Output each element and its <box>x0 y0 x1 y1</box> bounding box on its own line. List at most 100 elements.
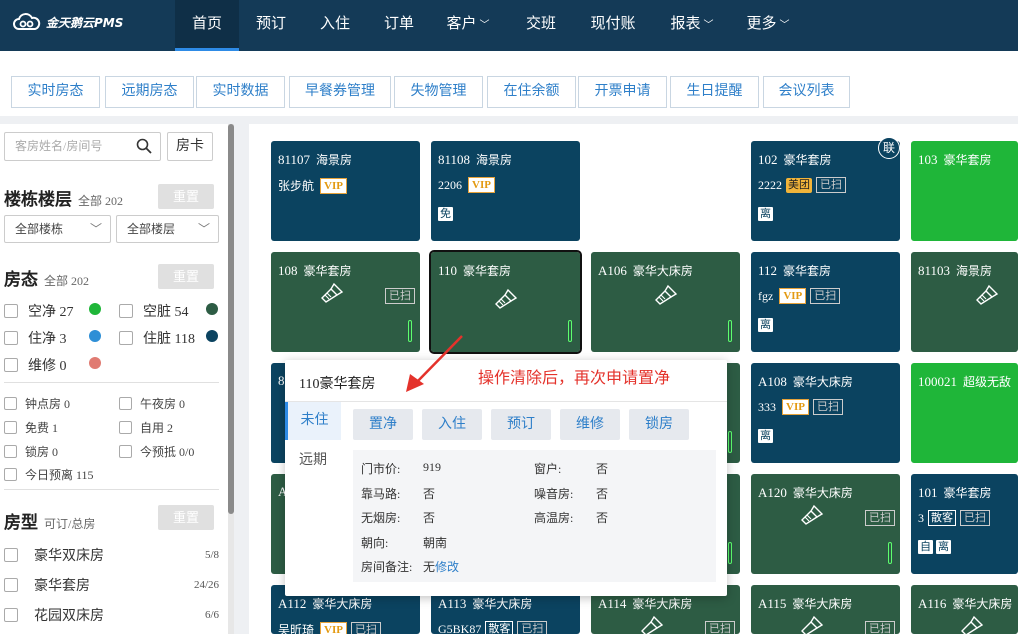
checkbox[interactable] <box>4 578 18 592</box>
tab-invoice-request[interactable]: 开票申请 <box>578 76 667 108</box>
nav-more[interactable]: 更多 ﹀ <box>736 0 800 51</box>
status-reset-button[interactable]: 重置 <box>158 264 214 289</box>
nav-checkin[interactable]: 入住 <box>303 0 367 51</box>
filter-today-departure[interactable]: 今日预离 115 <box>4 466 94 483</box>
scanned-badge: 已扫 <box>816 177 846 193</box>
filter-hourly[interactable]: 钟点房 0 <box>4 395 70 412</box>
room-card-a116[interactable]: A116 豪华大床房 <box>911 585 1018 634</box>
checkbox[interactable] <box>119 445 132 458</box>
tab-realtime-data[interactable]: 实时数据 <box>196 76 285 108</box>
broom-icon <box>641 615 664 634</box>
nav-customers[interactable]: 客户 ﹀ <box>438 0 498 51</box>
room-card-a120[interactable]: A120 豪华大床房 已扫 <box>751 474 900 574</box>
tab-meeting-list[interactable]: 会议列表 <box>763 76 850 108</box>
filter-free[interactable]: 免费 1 <box>4 419 58 436</box>
edit-note-link[interactable]: 修改 <box>435 560 459 574</box>
building-select[interactable]: 全部楼栋 ﹀ <box>4 215 111 243</box>
checkbox[interactable] <box>4 421 17 434</box>
room-card-102[interactable]: 102 豪华套房 2222 美团 已扫 离 联 <box>751 137 900 241</box>
maintenance-button[interactable]: 维修 <box>560 409 620 440</box>
nav-booking[interactable]: 预订 <box>239 0 303 51</box>
room-card-a108[interactable]: A108 豪华大床房 333 VIP 已扫 离 <box>751 363 900 463</box>
filter-locked[interactable]: 锁房 0 <box>4 443 58 460</box>
floor-select[interactable]: 全部楼层 ﹀ <box>116 215 219 243</box>
roomtype-item[interactable]: 豪华套房 24/26 <box>4 575 219 595</box>
checkin-button[interactable]: 入住 <box>422 409 482 440</box>
nav-reports[interactable]: 报表 ﹀ <box>660 0 724 51</box>
checkbox[interactable] <box>119 421 132 434</box>
tab-breakfast-voucher[interactable]: 早餐券管理 <box>289 76 391 108</box>
checkbox[interactable] <box>119 304 133 318</box>
checkbox[interactable] <box>4 608 18 622</box>
checkbox[interactable] <box>4 358 18 372</box>
room-card-100021[interactable]: 100021 超级无敌 <box>911 363 1018 463</box>
filter-self-use[interactable]: 自用 2 <box>119 419 173 436</box>
nav-home[interactable]: 首页 <box>175 0 239 51</box>
roomtype-item[interactable]: 花园双床房 6/6 <box>4 605 219 625</box>
checkbox[interactable] <box>4 304 18 318</box>
room-card-108[interactable]: 108 豪华套房 已扫 <box>271 252 420 352</box>
checkbox[interactable] <box>4 331 18 345</box>
room-number: A113 <box>438 596 467 611</box>
sidebar-scroll-thumb[interactable] <box>228 124 234 514</box>
nav-shift[interactable]: 交班 <box>509 0 573 51</box>
scanned-badge: 已扫 <box>812 399 843 415</box>
status-occupied-dirty[interactable]: 住脏 118 <box>119 328 195 348</box>
info-non-smoking: 无烟房: 否 <box>361 509 435 526</box>
nav-cash-account[interactable]: 现付账 <box>581 0 645 51</box>
checkbox[interactable] <box>4 445 17 458</box>
tab-in-house-balance[interactable]: 在住余额 <box>487 76 576 108</box>
room-header: 101 豪华套房 <box>918 484 992 501</box>
reserve-button[interactable]: 预订 <box>491 409 551 440</box>
chevron-down-icon: ﹀ <box>89 222 102 236</box>
filter-midnight[interactable]: 午夜房 0 <box>119 395 185 412</box>
set-clean-button[interactable]: 置净 <box>353 409 413 440</box>
popup-tab-not-occupied[interactable]: 未住 <box>285 402 341 440</box>
checkbox[interactable] <box>4 468 17 481</box>
roomtype-item[interactable]: 豪华双床房 5/8 <box>4 545 219 565</box>
room-card-81107[interactable]: 81107 海景房 张步航 VIP <box>271 141 420 241</box>
room-number: 103 <box>918 152 938 167</box>
clean-status-indicator <box>888 542 892 564</box>
room-card-a106[interactable]: A106 豪华大床房 <box>591 252 740 352</box>
app-logo[interactable]: 金天鹅云PMS <box>12 13 123 31</box>
tab-future-status[interactable]: 远期房态 <box>105 76 194 108</box>
room-card-button[interactable]: 房卡 <box>167 132 213 161</box>
guest-name: 张步航 <box>278 179 315 193</box>
broom-icon <box>321 282 344 303</box>
status-vacant-clean[interactable]: 空净 27 <box>4 301 74 321</box>
room-type: 豪华套房 <box>783 264 832 278</box>
popup-tab-future[interactable]: 远期 <box>285 442 341 480</box>
room-card-81108[interactable]: 81108 海景房 2206 VIP 免 <box>431 141 580 241</box>
lock-room-button[interactable]: 锁房 <box>629 409 689 440</box>
search-input[interactable]: 客房姓名/房间号 <box>4 132 161 161</box>
room-card-a115[interactable]: A115 豪华大床房 已扫 <box>751 585 900 634</box>
status-vacant-dirty[interactable]: 空脏 54 <box>119 301 189 321</box>
tab-realtime-status[interactable]: 实时房态 <box>11 76 100 108</box>
checkbox[interactable] <box>4 548 18 562</box>
search-icon[interactable] <box>136 138 152 154</box>
top-navbar: 金天鹅云PMS 首页 预订 入住 订单 客户 ﹀ 交班 现付账 报表 ﹀ 更多 ﹀ <box>0 0 1018 51</box>
info-value: 否 <box>596 487 609 501</box>
status-maintenance[interactable]: 维修 0 <box>4 355 67 375</box>
nav-orders[interactable]: 订单 <box>367 0 431 51</box>
room-header: A113 豪华大床房 <box>438 595 532 612</box>
room-action-popup: 110豪华套房 未住 远期 置净 入住 预订 维修 锁房 门市价: 919 窗户:… <box>285 360 727 596</box>
checkbox[interactable] <box>119 397 132 410</box>
room-card-81103[interactable]: 81103 海景房 <box>911 252 1018 352</box>
room-card-103[interactable]: 103 豪华套房 <box>911 141 1018 241</box>
checkbox[interactable] <box>4 397 17 410</box>
room-number: 110 <box>438 263 458 278</box>
scanned-badge: 已扫 <box>810 288 841 304</box>
building-reset-button[interactable]: 重置 <box>158 184 214 209</box>
room-card-112[interactable]: 112 豪华套房 fgz VIP 已扫 离 <box>751 252 900 352</box>
checkbox[interactable] <box>119 331 133 345</box>
room-type: 豪华大床房 <box>632 597 693 611</box>
room-card-101[interactable]: 101 豪华套房 3 散客 已扫 自 离 <box>911 474 1018 574</box>
room-type: 豪华套房 <box>783 153 832 167</box>
filter-today-arrival[interactable]: 今预抵 0/0 <box>119 443 194 460</box>
tab-birthday-reminder[interactable]: 生日提醒 <box>670 76 759 108</box>
status-occupied-clean[interactable]: 住净 3 <box>4 328 67 348</box>
roomtype-reset-button[interactable]: 重置 <box>158 505 214 530</box>
tab-lost-found[interactable]: 失物管理 <box>394 76 483 108</box>
